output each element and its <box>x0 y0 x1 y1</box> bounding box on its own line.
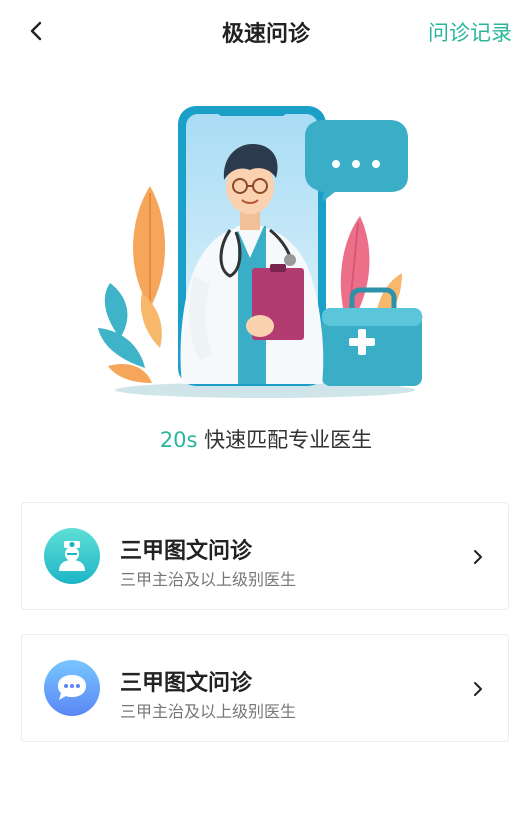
chevron-right-icon <box>474 682 482 696</box>
option-card-chat[interactable]: 三甲图文问诊 三甲主治及以上级别医生 <box>21 634 509 742</box>
option-subtitle: 三甲主治及以上级别医生 <box>120 702 297 721</box>
option-card-doctor[interactable]: 三甲图文问诊 三甲主治及以上级别医生 <box>21 502 509 610</box>
doctor-avatar-icon <box>44 528 100 584</box>
chat-bubble-icon <box>44 660 100 716</box>
back-arrow-icon[interactable] <box>26 18 48 44</box>
tagline-time: 20s <box>159 428 198 452</box>
chevron-right-icon <box>474 550 482 564</box>
doctor-illustration <box>98 106 423 398</box>
page-title: 极速问诊 <box>221 22 310 47</box>
navigation-bar: 极速问诊 问诊记录 <box>0 0 532 64</box>
tagline-text: 快速匹配专业医生 <box>197 428 373 452</box>
option-title: 三甲图文问诊 <box>120 671 253 696</box>
consultation-records-link[interactable]: 问诊记录 <box>428 17 512 47</box>
option-title: 三甲图文问诊 <box>120 539 253 564</box>
tagline: 20s 快速匹配专业医生 <box>0 424 532 454</box>
option-subtitle: 三甲主治及以上级别医生 <box>120 570 297 589</box>
